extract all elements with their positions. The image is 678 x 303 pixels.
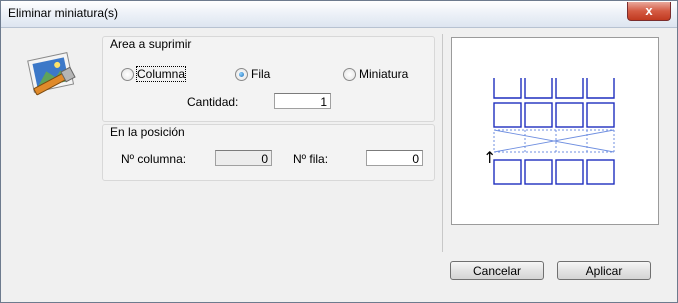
thumbnail-grid	[493, 78, 615, 185]
thumbnail-cell	[555, 102, 584, 128]
preview-panel: ↑	[451, 37, 659, 225]
radio-thumbnail-label[interactable]: Miniatura	[359, 67, 408, 81]
dialog-body: Area a suprimir Columna Fila Miniatura C…	[1, 28, 677, 302]
radio-column-label[interactable]: Columna	[135, 66, 187, 82]
quantity-label: Cantidad:	[187, 95, 239, 109]
quantity-input[interactable]: 1	[274, 93, 331, 109]
radio-thumbnail-indicator[interactable]	[343, 68, 356, 81]
thumbnail-grid-preview: ↑	[483, 78, 615, 185]
thumbnail-cell	[586, 159, 615, 185]
thumbnail-cell	[524, 78, 553, 99]
radio-row-indicator[interactable]	[235, 68, 248, 81]
column-number-input: 0	[215, 150, 272, 166]
thumbnail-cell	[493, 159, 522, 185]
title-bar[interactable]: Eliminar miniatura(s) x	[1, 1, 677, 28]
position-group: En la posición Nº columna: 0 Nº fila: 0	[102, 124, 435, 181]
thumbnail-cell	[524, 102, 553, 128]
column-number-label: Nº columna:	[121, 152, 187, 166]
insert-position-arrow-icon: ↑	[483, 148, 496, 167]
thumbnail-cell	[555, 78, 584, 99]
vertical-divider	[442, 34, 443, 252]
thumbnail-cell	[586, 102, 615, 128]
apply-button[interactable]: Aplicar	[557, 261, 651, 280]
window-title: Eliminar miniatura(s)	[8, 6, 119, 20]
radio-column-indicator[interactable]	[121, 68, 134, 81]
thumbnail-cell	[493, 78, 522, 99]
row-number-input[interactable]: 0	[366, 150, 423, 166]
cancel-button[interactable]: Cancelar	[450, 261, 544, 280]
area-to-delete-group: Area a suprimir Columna Fila Miniatura C…	[102, 36, 435, 122]
thumbnail-cell	[524, 159, 553, 185]
thumbnail-cell	[586, 78, 615, 99]
radio-row-label[interactable]: Fila	[251, 67, 270, 81]
position-group-title: En la posición	[110, 125, 185, 139]
close-button[interactable]: x	[627, 2, 671, 21]
thumbnail-cell	[555, 159, 584, 185]
dialog-window: Eliminar miniatura(s) x Area a suprimir …	[0, 0, 678, 303]
deleted-row-indicator	[493, 129, 615, 153]
area-group-title: Area a suprimir	[110, 37, 192, 51]
thumbnail-tool-icon	[27, 52, 76, 96]
thumbnail-cell	[493, 102, 522, 128]
row-number-label: Nº fila:	[293, 152, 329, 166]
